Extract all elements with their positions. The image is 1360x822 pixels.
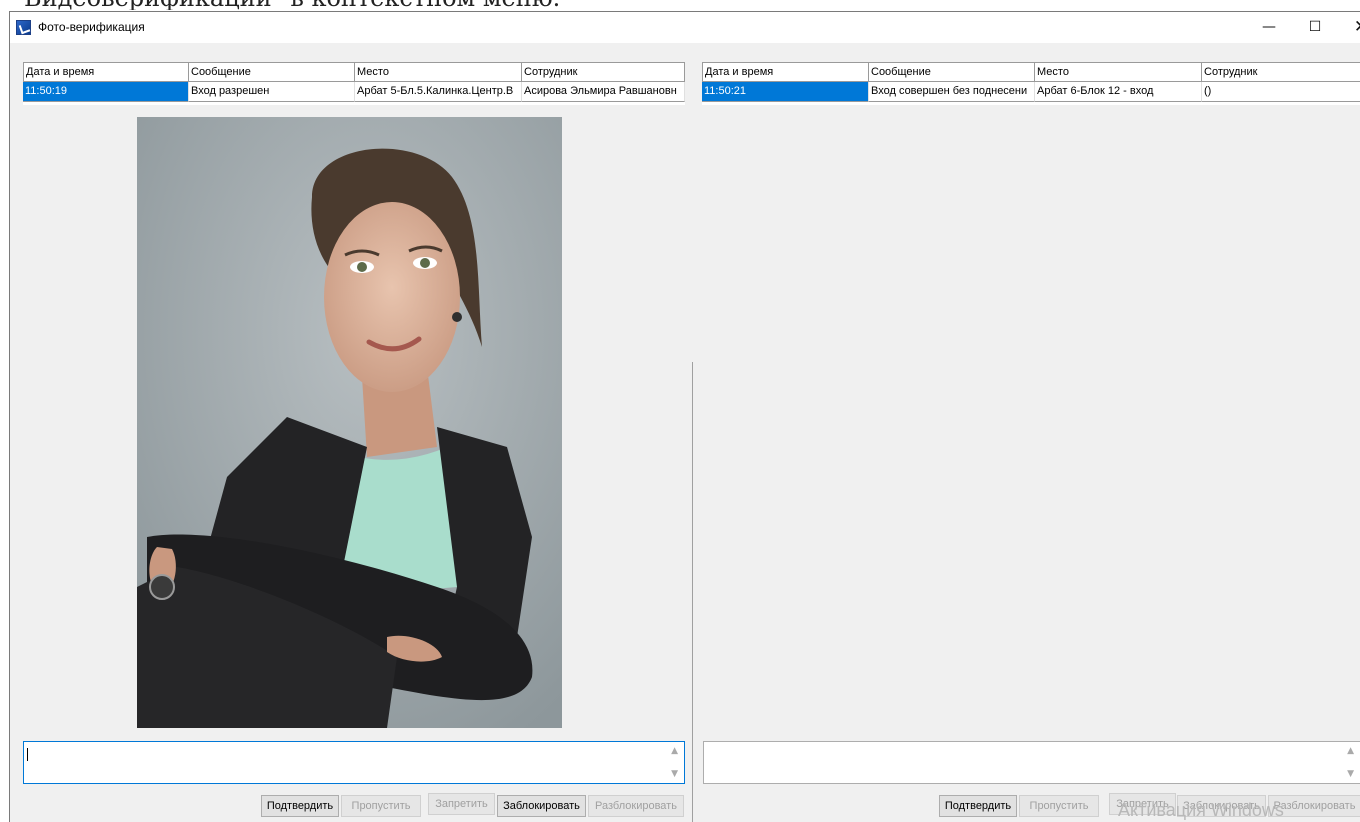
cell-datetime[interactable]: 11:50:19 <box>23 82 189 102</box>
column-header-datetime[interactable]: Дата и время <box>23 62 189 82</box>
minimize-button[interactable]: — <box>1246 12 1292 43</box>
table-header: Дата и время Сообщение Место Сотрудник <box>23 62 685 82</box>
left-unblock-button[interactable]: Разблокировать <box>588 795 684 817</box>
chevron-down-icon[interactable]: ▼ <box>1347 769 1354 779</box>
left-confirm-button[interactable]: Подтвердить <box>261 795 339 817</box>
window-title: Фото-верификация <box>38 20 145 34</box>
chevron-up-icon[interactable]: ▲ <box>1347 746 1354 756</box>
app-logo-icon <box>16 20 31 35</box>
windows-activation-watermark: Активация Windows <box>1118 800 1284 820</box>
cell-employee[interactable]: () <box>1202 82 1360 102</box>
left-deny-button[interactable]: Запретить <box>428 793 495 815</box>
title-bar[interactable]: Фото-верификация — ☐ ✕ <box>10 12 1360 43</box>
column-header-employee[interactable]: Сотрудник <box>1202 62 1360 82</box>
employee-photo <box>137 117 562 728</box>
right-comment-field[interactable]: ▲ ▼ <box>703 741 1360 784</box>
cell-message[interactable]: Вход разрешен <box>189 82 355 102</box>
table-row[interactable]: 11:50:19 Вход разрешен Арбат 5-Бл.5.Кали… <box>23 82 685 102</box>
cell-place[interactable]: Арбат 6-Блок 12 - вход <box>1035 82 1202 102</box>
cell-message[interactable]: Вход совершен без поднесени <box>869 82 1035 102</box>
chevron-up-icon[interactable]: ▲ <box>671 746 678 756</box>
text-caret <box>27 748 28 761</box>
cell-employee[interactable]: Асирова Эльмира Равшановн <box>522 82 685 102</box>
photo-verification-window: Фото-верификация — ☐ ✕ Дата и время Сооб… <box>9 11 1360 822</box>
column-header-message[interactable]: Сообщение <box>869 62 1035 82</box>
table-row[interactable]: 11:50:21 Вход совершен без поднесени Арб… <box>702 82 1360 102</box>
left-skip-button[interactable]: Пропустить <box>341 795 421 817</box>
right-skip-button[interactable]: Пропустить <box>1019 795 1099 817</box>
table-header: Дата и время Сообщение Место Сотрудник <box>702 62 1360 82</box>
right-confirm-button[interactable]: Подтвердить <box>939 795 1017 817</box>
close-button[interactable]: ✕ <box>1338 12 1360 43</box>
maximize-button[interactable]: ☐ <box>1292 12 1338 43</box>
column-header-place[interactable]: Место <box>1035 62 1202 82</box>
cell-datetime[interactable]: 11:50:21 <box>702 82 869 102</box>
left-comment-field[interactable]: ▲ ▼ <box>23 741 685 784</box>
document-caption: Видеоверификации" в контекстном меню. <box>24 0 724 10</box>
column-header-datetime[interactable]: Дата и время <box>702 62 869 82</box>
column-header-message[interactable]: Сообщение <box>189 62 355 82</box>
left-events-table: Дата и время Сообщение Место Сотрудник 1… <box>23 62 685 105</box>
column-header-place[interactable]: Место <box>355 62 522 82</box>
left-block-button[interactable]: Заблокировать <box>497 795 586 817</box>
cell-place[interactable]: Арбат 5-Бл.5.Калинка.Центр.В <box>355 82 522 102</box>
right-events-table: Дата и время Сообщение Место Сотрудник 1… <box>702 62 1360 105</box>
column-header-employee[interactable]: Сотрудник <box>522 62 685 82</box>
chevron-down-icon[interactable]: ▼ <box>671 769 678 779</box>
panel-divider[interactable] <box>692 362 693 822</box>
